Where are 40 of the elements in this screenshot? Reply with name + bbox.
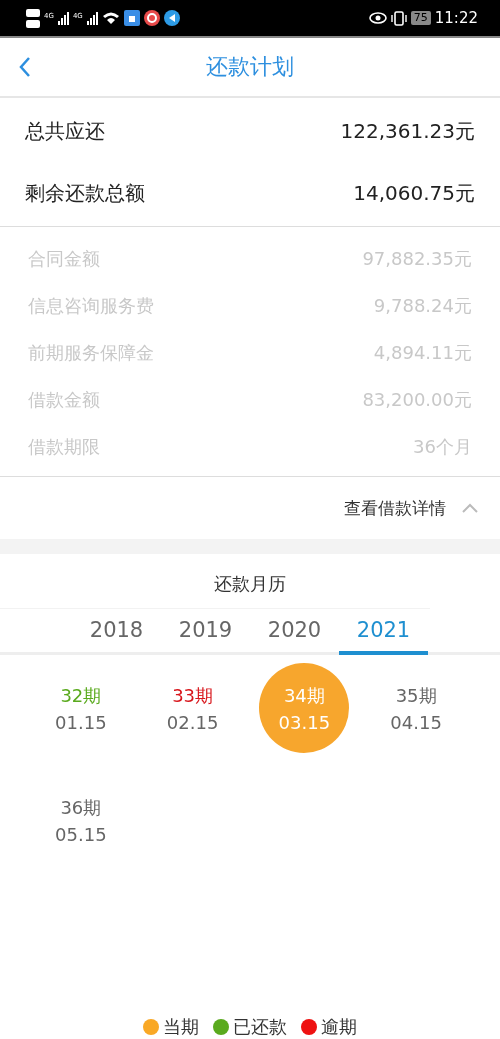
battery-level: 75 bbox=[410, 11, 431, 25]
period-item[interactable]: 36期 05.15 bbox=[35, 775, 126, 865]
wifi-icon bbox=[101, 11, 120, 25]
year-tab[interactable]: 2019 bbox=[161, 609, 250, 655]
period-item[interactable]: 32期 01.15 bbox=[35, 663, 126, 753]
app-icon bbox=[163, 10, 180, 26]
hd-icon bbox=[26, 8, 40, 28]
period-item[interactable]: 35期 04.15 bbox=[371, 663, 462, 753]
period-term: 36期 bbox=[60, 795, 102, 820]
period-date: 04.15 bbox=[390, 711, 442, 733]
summary-value: 122,361.23元 bbox=[340, 117, 475, 145]
loan-details-toggle[interactable]: 查看借款详情 bbox=[0, 477, 500, 539]
signal-icon bbox=[57, 11, 69, 25]
legend-label: 逾期 bbox=[321, 1015, 357, 1039]
vibrate-icon bbox=[390, 10, 407, 26]
period-item[interactable]: 33期 02.15 bbox=[147, 663, 238, 753]
period-term: 33期 bbox=[172, 683, 214, 708]
summary-label: 剩余还款总额 bbox=[25, 179, 145, 207]
summary-label: 总共应还 bbox=[25, 117, 105, 145]
eye-icon bbox=[368, 12, 387, 24]
legend-label: 已还款 bbox=[233, 1015, 287, 1039]
period-date: 01.15 bbox=[55, 711, 107, 733]
year-tab[interactable]: 2018 bbox=[72, 609, 161, 655]
year-tab[interactable]: 2020 bbox=[250, 609, 339, 655]
back-icon bbox=[18, 56, 32, 78]
period-term: 35期 bbox=[395, 683, 437, 708]
page-title: 还款计划 bbox=[206, 53, 294, 81]
calendar-title: 还款月历 bbox=[213, 572, 287, 596]
signal-icon bbox=[86, 11, 98, 25]
app-icon bbox=[123, 10, 140, 26]
year-tab[interactable]: 2021 bbox=[339, 609, 428, 655]
period-term: 34期 bbox=[283, 683, 325, 708]
period-date: 02.15 bbox=[166, 711, 219, 733]
app-icon bbox=[143, 10, 160, 26]
period-date: 03.15 bbox=[278, 711, 331, 733]
period-term: 32期 bbox=[60, 683, 102, 708]
legend-label: 当期 bbox=[163, 1015, 199, 1039]
summary-value: 14,060.75元 bbox=[353, 179, 475, 207]
period-date: 05.15 bbox=[55, 823, 107, 845]
clock-time: 11:22 bbox=[434, 9, 478, 27]
